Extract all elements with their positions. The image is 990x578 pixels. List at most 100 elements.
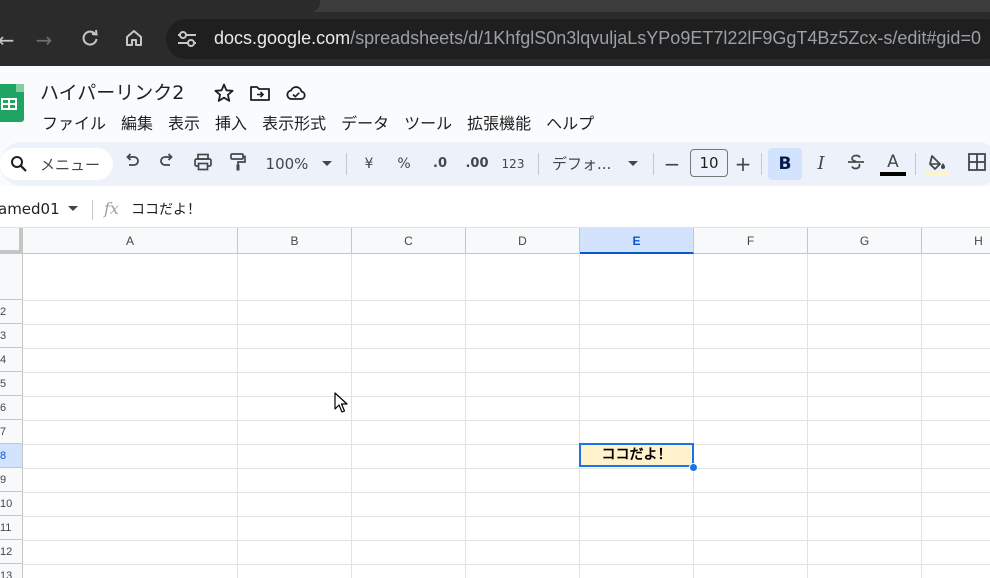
url-host: docs.google.com [214, 28, 351, 48]
name-box[interactable]: amed01 [0, 200, 60, 218]
decrease-decimal-label: .0 [433, 156, 447, 171]
site-info-icon[interactable] [176, 30, 198, 48]
decrease-decimal-button[interactable]: .0 [427, 152, 453, 176]
active-cell-e8[interactable]: ココだよ！ [579, 443, 694, 467]
menu-extensions[interactable]: 拡張機能 [467, 110, 531, 134]
menu-insert[interactable]: 挿入 [215, 110, 247, 134]
font-dropdown-icon[interactable] [628, 161, 638, 166]
row-header[interactable]: 9 [0, 468, 23, 492]
row-header[interactable]: 2 [0, 300, 23, 324]
column-header-b[interactable]: B [238, 228, 352, 254]
back-icon[interactable]: ← [0, 28, 18, 52]
strikethrough-icon[interactable] [845, 152, 867, 176]
url-text[interactable]: docs.google.com/spreadsheets/d/1KhfglS0n… [214, 28, 981, 49]
row-header[interactable]: 12 [0, 540, 23, 564]
browser-tab[interactable] [0, 0, 320, 12]
bold-button[interactable]: B [768, 148, 802, 180]
column-gridline [237, 254, 238, 578]
redo-icon[interactable] [156, 152, 178, 176]
sheet-grid[interactable]: A B C D E F G H 2 3 4 5 6 7 8 9 10 11 12… [0, 228, 990, 578]
row-gridline [23, 420, 990, 421]
font-select[interactable]: デフォ... [552, 152, 616, 176]
menu-help[interactable]: ヘルプ [546, 110, 594, 134]
name-box-dropdown-icon[interactable] [68, 206, 78, 211]
row-gridline [23, 540, 990, 541]
row-header[interactable]: 5 [0, 372, 23, 396]
row-header[interactable] [0, 254, 23, 300]
increase-font-size-icon[interactable]: + [734, 152, 752, 176]
star-icon[interactable] [213, 82, 235, 104]
row-header-selected[interactable]: 8 [0, 444, 23, 468]
toolbar-background [0, 142, 990, 186]
toolbar-divider [346, 153, 347, 175]
mouse-cursor-icon [334, 392, 348, 413]
sheets-logo-icon[interactable] [0, 84, 24, 122]
column-header-c[interactable]: C [352, 228, 466, 254]
row-gridline [23, 492, 990, 493]
move-folder-icon[interactable] [249, 82, 271, 104]
row-header[interactable]: 11 [0, 516, 23, 540]
home-icon[interactable] [122, 28, 146, 52]
menu-file[interactable]: ファイル [42, 110, 106, 134]
fill-color-icon[interactable] [926, 152, 950, 176]
column-header-h[interactable]: H [922, 228, 990, 254]
menu-view[interactable]: 表示 [168, 110, 200, 134]
zoom-select[interactable]: 100% [263, 152, 311, 176]
row-gridline [23, 324, 990, 325]
menu-data[interactable]: データ [341, 110, 389, 134]
reload-icon[interactable] [78, 28, 102, 52]
row-header[interactable]: 4 [0, 348, 23, 372]
row-header[interactable]: 10 [0, 492, 23, 516]
formula-divider [92, 200, 93, 220]
row-gridline [23, 468, 990, 469]
document-title[interactable]: ハイパーリンク2 [40, 78, 184, 105]
row-header[interactable]: 13 [0, 564, 23, 578]
percent-format-button[interactable]: % [394, 152, 414, 176]
row-gridline [23, 516, 990, 517]
menu-format[interactable]: 表示形式 [262, 110, 326, 134]
formula-bar: amed01 fx ココだよ！ [0, 186, 990, 228]
row-gridline [23, 372, 990, 373]
print-icon[interactable] [191, 152, 215, 176]
select-all-corner[interactable] [0, 228, 23, 254]
increase-decimal-button[interactable]: .00 [464, 152, 490, 176]
search-menus-button[interactable]: メニュー [0, 148, 113, 180]
font-size-input[interactable]: 10 [690, 149, 728, 177]
row-header[interactable]: 7 [0, 420, 23, 444]
row-header[interactable]: 6 [0, 396, 23, 420]
zoom-dropdown-icon[interactable] [322, 161, 332, 166]
text-color-swatch [880, 172, 906, 176]
paint-format-icon[interactable] [227, 152, 249, 176]
borders-icon[interactable] [966, 152, 988, 176]
menu-tools[interactable]: ツール [404, 110, 452, 134]
decrease-font-size-icon[interactable]: − [663, 152, 681, 176]
forward-icon[interactable]: → [32, 28, 56, 52]
undo-icon[interactable] [121, 152, 143, 176]
address-bar-area: ← → docs.google.com/spreadsheets/d/1Khfg… [0, 12, 990, 66]
toolbar-divider [653, 153, 654, 175]
column-gridline [693, 254, 694, 578]
column-header-a[interactable]: A [23, 228, 238, 254]
toolbar: メニュー 100% ¥ % .0 .00 123 デフォ... − 10 + B… [0, 142, 990, 186]
currency-format-button[interactable]: ¥ [361, 152, 377, 176]
column-header-d[interactable]: D [466, 228, 580, 254]
toolbar-divider [538, 153, 539, 175]
url-path: /spreadsheets/d/1KhfglS0n3lqvuljaLsYPo9E… [350, 28, 981, 48]
fill-handle[interactable] [689, 463, 698, 472]
fx-icon: fx [104, 199, 119, 218]
omnibox[interactable]: docs.google.com/spreadsheets/d/1KhfglS0n… [166, 19, 990, 59]
italic-button[interactable]: I [811, 152, 831, 176]
menu-edit[interactable]: 編集 [121, 110, 153, 134]
column-gridline [921, 254, 922, 578]
number-format-button[interactable]: 123 [500, 152, 526, 176]
row-header[interactable]: 3 [0, 324, 23, 348]
column-header-e[interactable]: E [580, 228, 694, 254]
column-header-g[interactable]: G [808, 228, 922, 254]
row-gridline [23, 396, 990, 397]
browser-window: ← → docs.google.com/spreadsheets/d/1Khfg… [0, 0, 990, 578]
cloud-status-icon[interactable] [285, 82, 307, 104]
column-gridline [807, 254, 808, 578]
column-header-f[interactable]: F [694, 228, 808, 254]
text-color-button[interactable]: A [880, 152, 906, 176]
formula-input[interactable]: ココだよ！ [131, 199, 201, 219]
